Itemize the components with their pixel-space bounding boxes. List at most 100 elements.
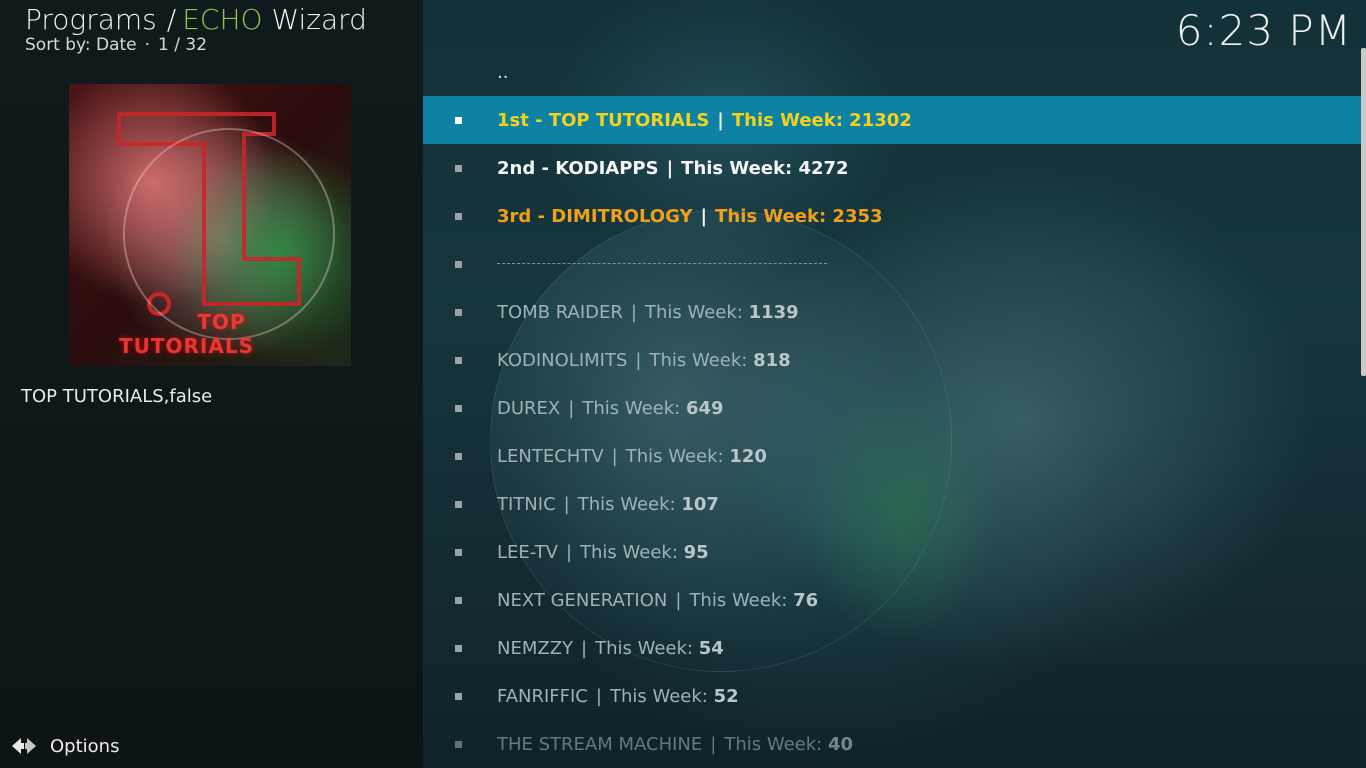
list-item-text: THE STREAM MACHINE | This Week: 40: [497, 734, 853, 755]
item-pipe: |: [700, 205, 708, 227]
list-item-text: TOMB RAIDER | This Week: 1139: [497, 302, 799, 323]
list-item-text: DUREX | This Week: 649: [497, 398, 724, 419]
list-item-text: TITNIC | This Week: 107: [497, 494, 719, 515]
item-pipe: |: [563, 493, 570, 515]
list-item-text: NEMZZY | This Week: 54: [497, 638, 724, 659]
list-item-text: 2nd - KODIAPPS | This Week: 4272: [497, 158, 849, 179]
item-count: 818: [753, 349, 791, 371]
list-item-first[interactable]: 1st - TOP TUTORIALS | This Week: 21302: [423, 96, 1361, 144]
list-item[interactable]: DUREX | This Week: 649: [423, 384, 1361, 432]
item-name: 3rd - DIMITROLOGY: [497, 205, 693, 227]
thumbnail-logo-text: TOP TUTORIALS: [119, 310, 254, 358]
breadcrumb-separator: /: [166, 3, 177, 36]
list-item[interactable]: NEXT GENERATION | This Week: 76: [423, 576, 1361, 624]
item-week: This Week: 4272: [681, 157, 849, 179]
item-week-label: This Week:: [577, 493, 676, 515]
list-item[interactable]: FANRIFFIC | This Week: 52: [423, 672, 1361, 720]
breadcrumb-addon-suffix: Wizard: [271, 3, 367, 36]
item-name: FANRIFFIC: [497, 685, 588, 707]
preview-thumbnail: TOP TUTORIALS: [69, 84, 351, 366]
item-name: LENTECHTV: [497, 445, 604, 467]
item-week-label: This Week:: [689, 589, 788, 611]
list-item-text: KODINOLIMITS | This Week: 818: [497, 350, 791, 371]
item-pipe: |: [717, 109, 724, 131]
item-count: 52: [713, 685, 739, 707]
list-scrollbar[interactable]: [1361, 48, 1366, 376]
item-pipe: |: [675, 589, 682, 611]
item-name: NEMZZY: [497, 637, 574, 659]
bullet-icon: [455, 117, 462, 124]
item-count: 76: [793, 589, 819, 611]
list-item[interactable]: KODINOLIMITS | This Week: 818: [423, 336, 1361, 384]
item-count: 54: [698, 637, 724, 659]
item-week-label: This Week:: [644, 301, 743, 323]
bullet-icon: [455, 405, 462, 412]
bullet-icon: [455, 165, 462, 172]
item-week-label: This Week:: [580, 541, 678, 563]
item-name: TITNIC: [497, 493, 556, 515]
item-week-label: This Week:: [649, 349, 748, 371]
item-name: NEXT GENERATION: [497, 589, 668, 611]
item-week: This Week: 21302: [731, 109, 912, 131]
list-item[interactable]: THE STREAM MACHINE | This Week: 40: [423, 720, 1361, 768]
breadcrumb-section: Programs: [25, 3, 157, 36]
bullet-icon: [455, 597, 462, 604]
bullet-icon: [455, 309, 462, 316]
list-item-text: NEXT GENERATION | This Week: 76: [497, 590, 818, 611]
item-position: 1 / 32: [158, 35, 208, 55]
bullet-icon: [455, 357, 462, 364]
item-name: KODINOLIMITS: [497, 349, 628, 371]
item-pipe: |: [568, 397, 575, 419]
list-item-text: 3rd - DIMITROLOGY | This Week: 2353: [497, 206, 883, 227]
list-item[interactable]: TITNIC | This Week: 107: [423, 480, 1361, 528]
options-label: Options: [50, 735, 120, 757]
item-pipe: |: [710, 733, 717, 755]
list-item[interactable]: LENTECHTV | This Week: 120: [423, 432, 1361, 480]
list-item[interactable]: LEE-TV | This Week: 95: [423, 528, 1361, 576]
list-item-text: LENTECHTV | This Week: 120: [497, 446, 767, 467]
list-item[interactable]: TOMB RAIDER | This Week: 1139: [423, 288, 1361, 336]
item-pipe: |: [635, 349, 642, 371]
list-item-text: LEE-TV | This Week: 95: [497, 542, 709, 563]
item-count: 649: [685, 397, 724, 419]
item-week-label: This Week:: [625, 445, 724, 467]
item-name: LEE-TV: [497, 541, 558, 563]
item-name: 2nd - KODIAPPS: [497, 157, 659, 179]
item-count: 40: [827, 733, 854, 755]
item-week-label: This Week:: [724, 733, 823, 755]
parent-folder-label: ..: [497, 61, 509, 83]
list-item-second[interactable]: 2nd - KODIAPPS | This Week: 4272: [423, 144, 1361, 192]
breadcrumb: Programs / ECHO Wizard: [25, 3, 367, 36]
item-week: This Week: 2353: [715, 205, 883, 227]
bullet-icon: [455, 645, 462, 652]
list-item-text: FANRIFFIC | This Week: 52: [497, 686, 739, 707]
list-item-text: 1st - TOP TUTORIALS | This Week: 21302: [497, 110, 912, 131]
bullet-icon: [455, 213, 462, 220]
divider-line: [497, 263, 827, 264]
item-name: TOMB RAIDER: [497, 301, 623, 323]
logo-line-bottom: TUTORIALS: [119, 334, 254, 358]
logo-line-top: TOP: [197, 310, 246, 334]
bullet-icon: [455, 501, 462, 508]
bullet-icon: [455, 741, 462, 748]
list-item-parent[interactable]: ..: [423, 48, 1361, 96]
options-button[interactable]: Options: [10, 733, 119, 759]
sort-label: Sort by: Date: [25, 35, 137, 55]
preview-label: TOP TUTORIALS,false: [21, 386, 213, 407]
sort-status: Sort by: Date · 1 / 32: [25, 35, 207, 55]
item-pipe: |: [581, 637, 588, 659]
list-item-divider[interactable]: [423, 240, 1361, 288]
list-item[interactable]: NEMZZY | This Week: 54: [423, 624, 1361, 672]
bullet-icon: [455, 549, 462, 556]
item-pipe: |: [595, 685, 602, 707]
item-week-label: This Week:: [609, 685, 708, 707]
item-count: 120: [729, 445, 767, 467]
item-name: THE STREAM MACHINE: [497, 733, 703, 755]
program-list: .. 1st - TOP TUTORIALS | This Week: 21302 …: [423, 48, 1361, 768]
breadcrumb-addon-prefix: ECHO: [182, 3, 263, 36]
item-name: 1st - TOP TUTORIALS: [497, 109, 710, 131]
item-count: 1139: [748, 301, 799, 323]
list-item-third[interactable]: 3rd - DIMITROLOGY | This Week: 2353: [423, 192, 1361, 240]
item-pipe: |: [666, 157, 674, 179]
sort-dot: ·: [144, 35, 151, 55]
